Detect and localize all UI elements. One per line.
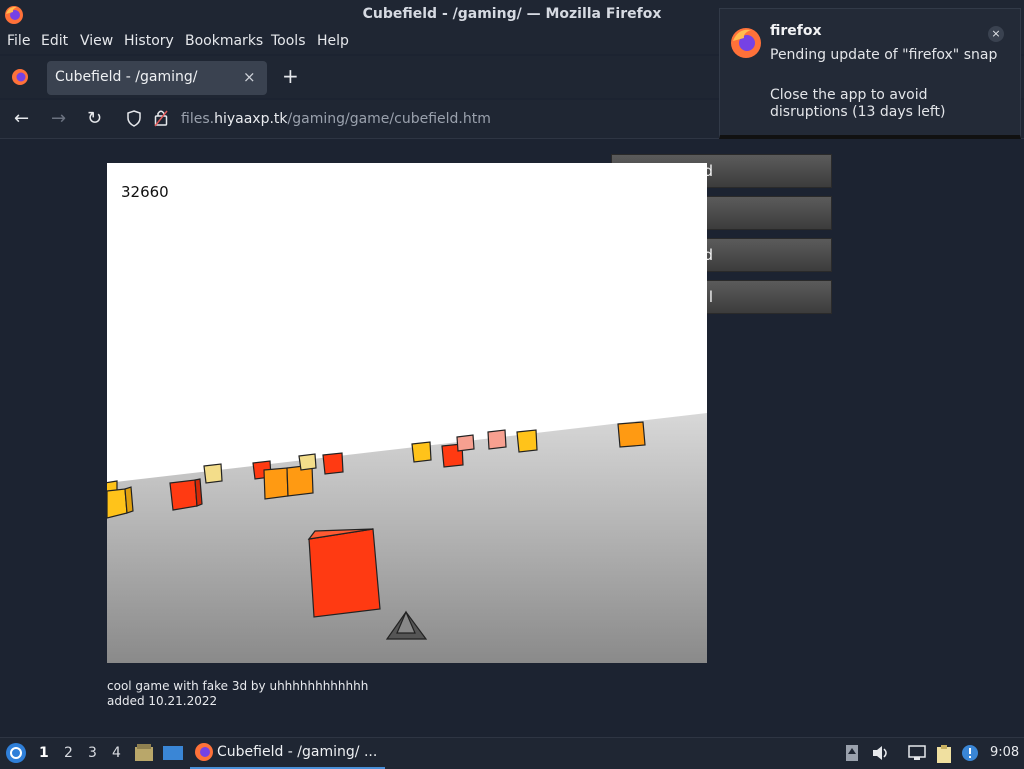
cube — [307, 528, 381, 618]
clipboard-icon[interactable] — [935, 744, 953, 764]
reload-button[interactable]: ↻ — [87, 108, 102, 129]
firefox-icon — [731, 28, 761, 58]
network-icon[interactable] — [907, 744, 927, 762]
start-menu-icon[interactable] — [5, 742, 27, 764]
notification-close-icon[interactable]: × — [988, 26, 1004, 42]
game-scene — [107, 163, 707, 663]
cube — [487, 429, 507, 450]
back-button[interactable]: ← — [14, 108, 29, 129]
firefox-icon — [195, 743, 213, 761]
task-label: Cubefield - /gaming/ ... — [217, 744, 378, 760]
menu-view[interactable]: View — [80, 33, 113, 49]
url-domain: hiyaaxp.tk — [214, 111, 288, 127]
cube — [456, 434, 475, 452]
notification-body: Close the app to avoid disruptions (13 d… — [770, 87, 946, 120]
updates-icon[interactable] — [845, 744, 859, 762]
workspace-3[interactable]: 3 — [88, 745, 97, 761]
score-counter: 32660 — [121, 183, 169, 201]
side-button-4-label: l — [708, 288, 713, 306]
cube — [617, 421, 646, 448]
cube — [298, 453, 317, 471]
taskbar: 1 2 3 4 Cubefield - /gaming/ ... 9:08 — [0, 737, 1024, 769]
notification-tray-icon[interactable] — [961, 744, 979, 762]
url-prefix: files. — [181, 111, 215, 127]
clock: 9:08 — [990, 745, 1020, 760]
menu-tools[interactable]: Tools — [271, 33, 306, 49]
task-firefox[interactable]: Cubefield - /gaming/ ... — [190, 738, 385, 769]
volume-icon[interactable] — [871, 744, 889, 762]
menu-edit[interactable]: Edit — [41, 33, 68, 49]
notification-popup[interactable]: firefox Pending update of "firefox" snap… — [719, 8, 1021, 139]
url-text[interactable]: files.hiyaaxp.tk/gaming/game/cubefield.h… — [181, 111, 491, 127]
file-manager-icon[interactable] — [134, 743, 154, 763]
lock-icon[interactable] — [154, 109, 168, 127]
url-bar[interactable]: files.hiyaaxp.tk/gaming/game/cubefield.h… — [118, 102, 718, 135]
workspace-1[interactable]: 1 — [39, 745, 49, 761]
game-date: added 10.21.2022 — [107, 694, 218, 708]
new-tab-button[interactable]: + — [282, 64, 299, 88]
firefox-view-icon[interactable] — [11, 68, 29, 86]
workspace-2[interactable]: 2 — [64, 745, 73, 761]
forward-button[interactable]: → — [51, 108, 66, 129]
game-canvas[interactable]: 32660 — [107, 163, 707, 663]
menu-file[interactable]: File — [7, 33, 30, 49]
desktop-icon[interactable] — [162, 743, 184, 763]
url-path: /gaming/game/cubefield.htm — [287, 111, 491, 127]
notification-title: Pending update of "firefox" snap — [770, 47, 998, 63]
notification-app: firefox — [770, 23, 822, 39]
cube — [263, 464, 314, 500]
game-description: cool game with fake 3d by uhhhhhhhhhhhh — [107, 679, 369, 693]
menu-help[interactable]: Help — [317, 33, 349, 49]
cube — [203, 463, 223, 484]
tab-label: Cubefield - /gaming/ — [55, 69, 198, 85]
menu-bookmarks[interactable]: Bookmarks — [185, 33, 263, 49]
tab-cubefield[interactable]: Cubefield - /gaming/ × — [47, 61, 267, 95]
cube — [169, 478, 203, 511]
cube — [516, 429, 538, 453]
shield-icon[interactable] — [126, 110, 142, 127]
menu-history[interactable]: History — [124, 33, 174, 49]
tab-close-icon[interactable]: × — [243, 68, 256, 86]
cube — [411, 441, 432, 463]
workspace-4[interactable]: 4 — [112, 745, 121, 761]
cube — [322, 452, 344, 475]
